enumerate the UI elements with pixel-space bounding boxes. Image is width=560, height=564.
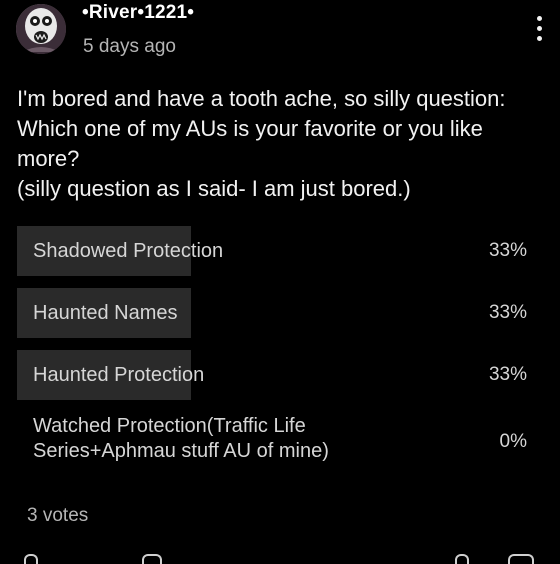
poll-option-percent: 33% [488, 240, 527, 261]
poll-option-haunted-names[interactable]: Haunted Names 33% [17, 288, 545, 338]
like-icon[interactable] [24, 554, 38, 564]
bottom-action-bar [0, 548, 560, 564]
post-header: •River•1221• 5 days ago [0, 0, 560, 70]
avatar[interactable] [16, 4, 66, 54]
poll-option-watched-protection[interactable]: Watched Protection(Traffic Life Series+A… [17, 412, 545, 476]
post-body-line: I'm bored and have a tooth ache, so sill… [17, 86, 506, 111]
post-body-line: (silly question as I said- I am just bor… [17, 176, 411, 201]
poll-option-label: Watched Protection(Traffic Life Series+A… [33, 415, 329, 462]
poll-option-label: Shadowed Protection [33, 240, 224, 262]
post-body-line: Which one of my AUs is your favorite or … [17, 116, 483, 141]
vote-count: 3 votes [27, 505, 89, 526]
author-name[interactable]: •River•1221• [82, 2, 194, 24]
comment-icon[interactable] [142, 554, 162, 564]
share-icon[interactable] [455, 554, 469, 564]
poll-option-percent: 33% [488, 364, 527, 385]
poll-option-label: Haunted Protection [33, 364, 205, 386]
more-vert-icon[interactable] [530, 14, 548, 44]
bookmark-icon[interactable] [508, 554, 534, 564]
post-body-line: more? [17, 146, 80, 171]
poll-option-label: Haunted Names [33, 302, 178, 324]
poll-option-shadowed-protection[interactable]: Shadowed Protection 33% [17, 226, 545, 276]
post-timestamp: 5 days ago [83, 36, 176, 57]
avatar-image [16, 4, 66, 54]
poll-option-percent: 33% [488, 302, 527, 323]
poll: Shadowed Protection 33% Haunted Names 33… [17, 226, 545, 488]
poll-option-percent: 0% [499, 431, 527, 452]
poll-option-haunted-protection[interactable]: Haunted Protection 33% [17, 350, 545, 400]
post-body: I'm bored and have a tooth ache, so sill… [17, 84, 547, 204]
